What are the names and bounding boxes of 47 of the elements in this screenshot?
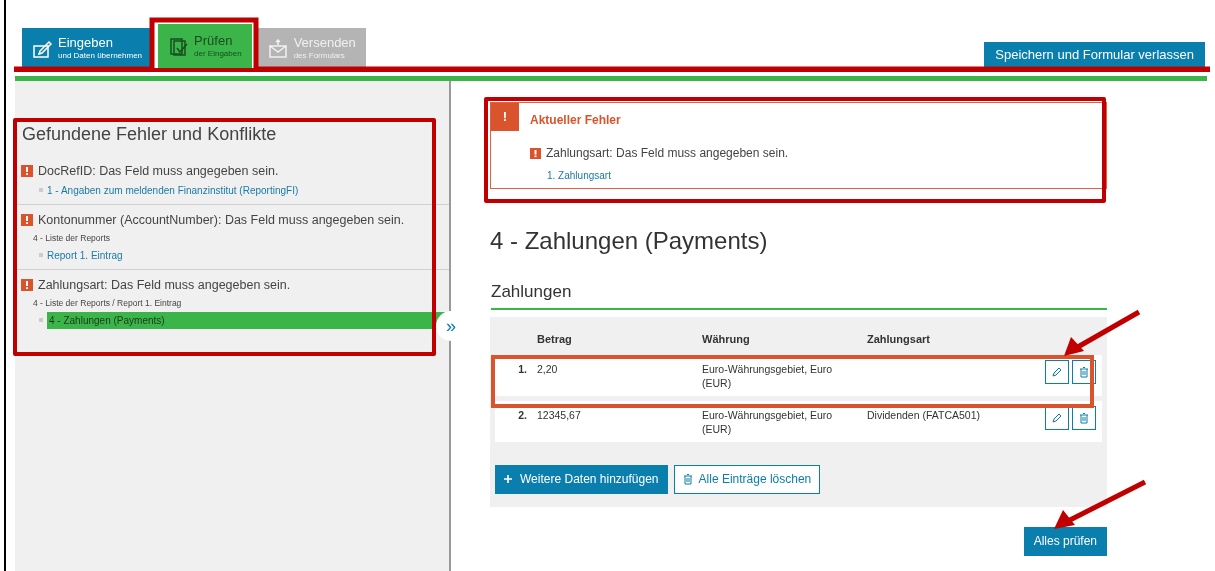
add-data-button[interactable]: Weitere Daten hinzufügen	[495, 464, 668, 494]
error-path: 4 - Liste der Reports / Report 1. Eintrag	[33, 297, 183, 309]
step-tab[interactable]: Prüfen der Eingaben	[158, 24, 252, 68]
alert-badge: !	[491, 103, 519, 131]
error-link[interactable]: Report 1. Eintrag	[47, 247, 123, 263]
column-header: Währung	[702, 331, 751, 347]
pencil-icon	[1051, 411, 1063, 424]
trash-icon	[1078, 365, 1090, 378]
error-message: Zahlungsart: Das Feld muss angegeben sein.	[38, 276, 291, 294]
plus-icon	[504, 475, 512, 483]
envelope-icon	[267, 38, 288, 58]
alert-title: Aktueller Fehler	[530, 112, 622, 129]
error-message: Zahlungsart: Das Feld muss angegeben sein.	[546, 145, 789, 162]
row-number: 2.	[517, 407, 528, 423]
bullet-icon	[39, 253, 43, 257]
error-icon	[21, 279, 33, 291]
table-cell-text: Dividenden (FATCA501)	[867, 407, 982, 422]
error-icon	[530, 147, 541, 159]
error-icon	[21, 214, 33, 226]
save-and-exit-button[interactable]: Speichern und Formular verlassen	[984, 42, 1205, 68]
column-header: Zahlungsart	[867, 331, 931, 347]
page-title: 4 - Zahlungen (Payments)	[490, 226, 769, 256]
pencil-icon	[1051, 365, 1063, 378]
table-cell-text: 2,20	[537, 361, 559, 376]
edit-button[interactable]	[1045, 359, 1069, 384]
table-cell-text: Euro-Währungsgebiet, Euro (EUR)	[702, 407, 834, 436]
error-message: Kontonummer (AccountNumber): Das Feld muss angegeben sein.	[38, 211, 405, 229]
clipboard-check-icon	[168, 36, 189, 56]
error-link[interactable]: 1. Zahlungsart	[547, 168, 789, 183]
section-title: Zahlungen	[491, 279, 1107, 310]
trash-icon	[682, 473, 693, 485]
table-cell-text: Euro-Währungsgebiet, Euro (EUR)	[702, 361, 834, 390]
step-tab[interactable]: Eingeben und Daten übernehmen	[22, 28, 153, 68]
error-icon	[21, 165, 33, 177]
bullet-icon	[39, 318, 43, 322]
bullet-icon	[39, 188, 43, 192]
table-cell-text: 12345,67	[537, 407, 582, 422]
delete-all-button[interactable]: Alle Einträge löschen	[673, 464, 821, 494]
error-path: 4 - Liste der Reports	[33, 232, 111, 244]
column-header: Betrag	[537, 331, 573, 347]
pencil-square-icon	[32, 38, 52, 58]
check-all-button[interactable]: Alles prüfen	[1023, 526, 1107, 556]
error-message: DocRefID: Das Feld muss angegeben sein.	[38, 162, 279, 180]
error-link[interactable]: 1 - Angaben zum meldenden Finanzinstitut (ReportingFI)	[47, 182, 299, 198]
trash-icon	[1078, 411, 1090, 424]
row-number: 1.	[517, 361, 528, 377]
panel-heading: Gefundene Fehler und Konflikte	[21, 123, 278, 145]
